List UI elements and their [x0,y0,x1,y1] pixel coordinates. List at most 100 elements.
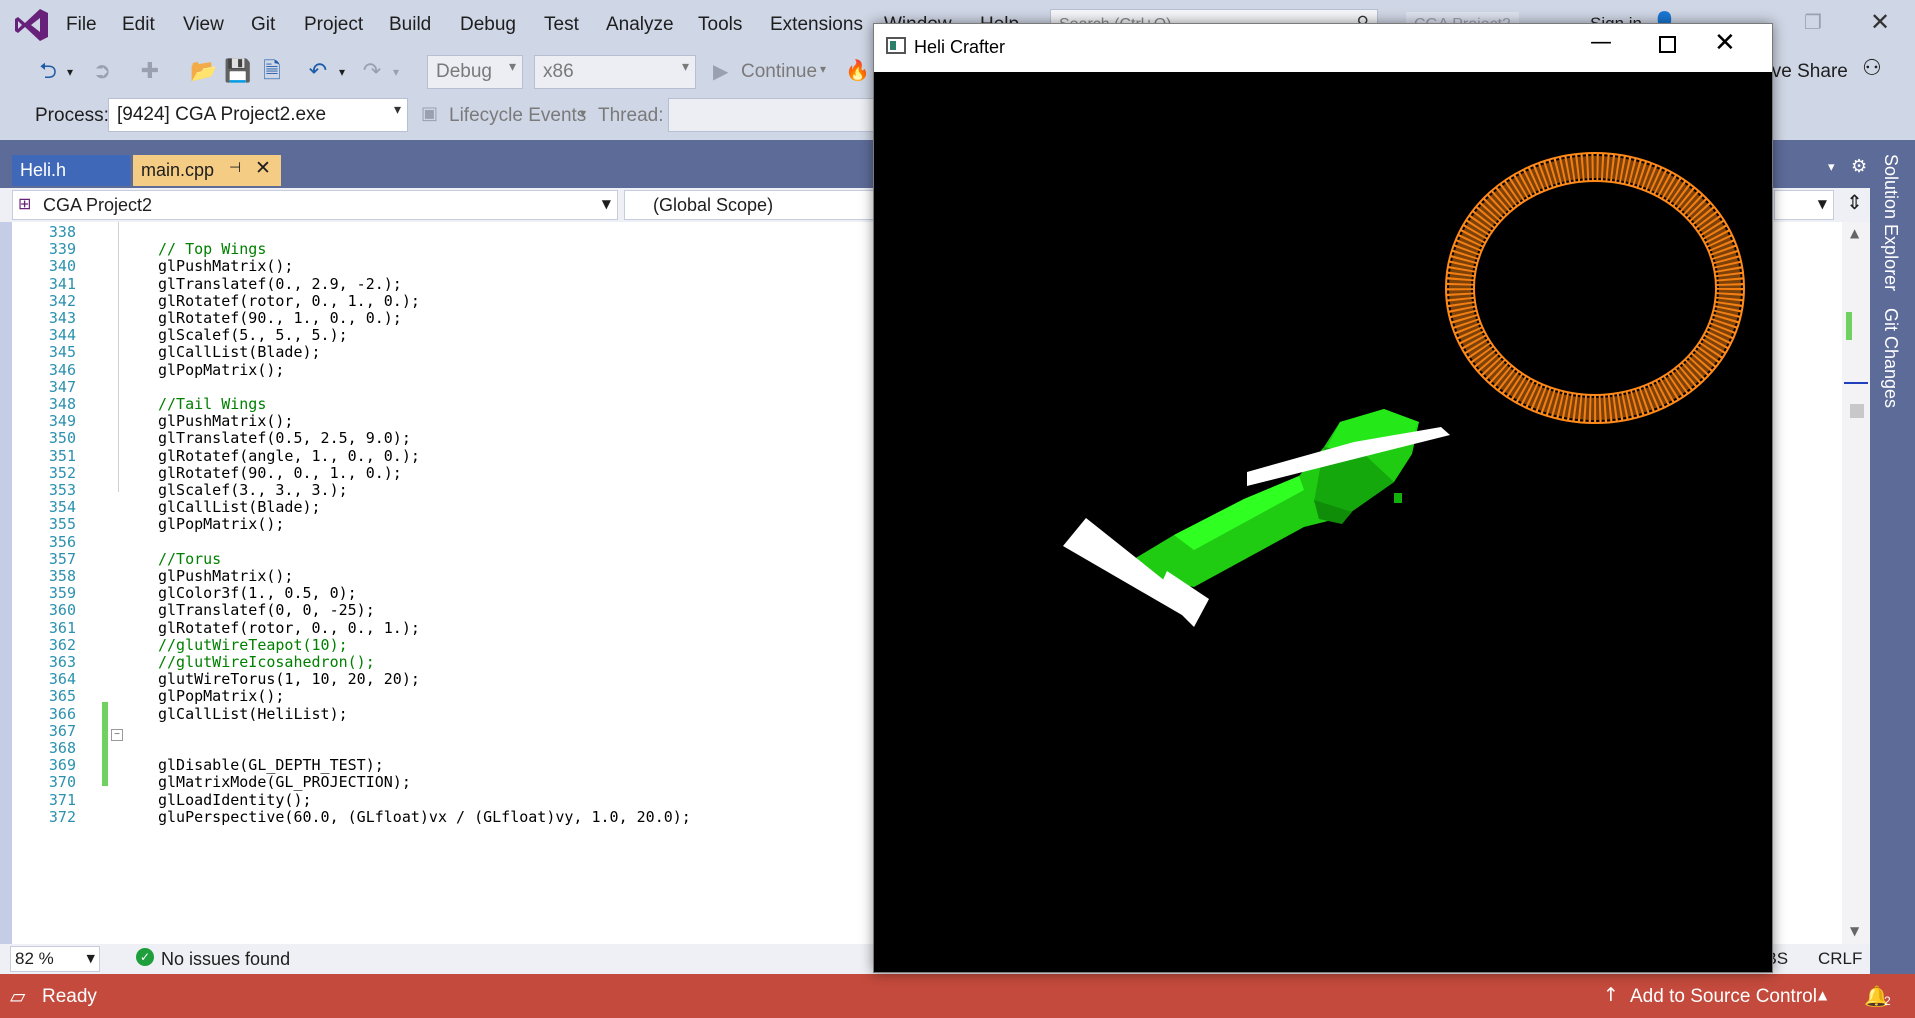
project-icon: ⊞ [18,194,32,213]
split-editor-icon[interactable]: ⇕ [1846,190,1863,214]
scroll-thumb[interactable] [1850,404,1864,418]
scroll-change-marker [1846,312,1852,340]
save-icon[interactable]: 💾 [224,58,252,86]
undo-dropdown-icon[interactable]: ▾ [334,58,350,86]
wire-torus [1445,152,1745,424]
arrow-up-icon: ↑ [1603,984,1619,1006]
save-all-icon[interactable]: 🗎 [258,58,286,86]
continue-dropdown-icon[interactable]: ▾ [820,62,826,76]
menu-build[interactable]: Build [389,14,431,36]
check-circle-icon: ✓ [136,948,154,966]
pin-icon[interactable]: ⊣ [229,160,241,176]
chevron-up-icon: ▲ [1818,988,1828,1002]
chevron-down-icon: ▼ [86,952,95,965]
menu-file[interactable]: File [66,14,97,36]
process-label: Process: [35,105,109,126]
tab-overflow-icon[interactable]: ▾ [1828,160,1835,175]
scroll-up-icon[interactable]: ▲ [1850,226,1859,240]
tab-label: Heli.h [20,160,67,180]
platform-value: x86 [543,61,574,82]
window-title-bar[interactable]: Heli Crafter — ✕ [874,24,1772,72]
menu-git[interactable]: Git [251,14,275,36]
opengl-viewport[interactable] [874,72,1772,972]
ready-text: Ready [42,986,97,1007]
back-dropdown-icon[interactable]: ▾ [62,58,78,86]
maximize-icon[interactable] [1659,36,1676,53]
line-ending-indicator[interactable]: CRLF [1818,949,1862,969]
git-changes-tab[interactable]: Git Changes [1880,308,1901,408]
thread-label: Thread: [598,105,664,126]
code-line[interactable]: gluPerspective(60.0, (GLfloat)vx / (GLfl… [158,807,691,828]
chevron-down-icon: ▾ [681,59,689,75]
side-tool-panel: Solution Explorer Git Changes [1870,140,1915,974]
changed-lines-marker [102,702,108,786]
forward-icon[interactable]: ➲ [88,58,116,86]
code-line[interactable]: glPopMatrix(); [158,514,284,535]
redo-icon[interactable]: ↷ [358,58,386,86]
zoom-value: 82 % [15,949,54,968]
issues-indicator[interactable]: No issues found [161,949,290,970]
menu-edit[interactable]: Edit [122,14,155,36]
project-select[interactable]: ⊞ CGA Project2 ▼ [12,190,618,220]
menu-view[interactable]: View [183,14,224,36]
collapse-region-icon[interactable]: − [111,729,123,741]
menu-debug[interactable]: Debug [460,14,516,36]
tab-heli-h[interactable]: Heli.h [12,155,130,186]
chevron-down-icon: ▼ [1817,197,1827,211]
chevron-down-icon: ▾ [393,102,401,118]
scroll-down-icon[interactable]: ▼ [1850,924,1859,938]
configuration-value: Debug [436,61,492,82]
continue-icon[interactable]: ▶ [713,59,728,83]
lifecycle-events-icon[interactable]: ▣ [421,103,438,124]
solution-explorer-tab[interactable]: Solution Explorer [1880,154,1901,291]
scroll-caret-marker [1844,382,1868,384]
menu-extensions[interactable]: Extensions [770,14,863,36]
configuration-select[interactable]: Debug ▾ [427,55,523,89]
status-bar: ▱ Ready ↑ Add to Source Control ▲ 🔔 2 [0,974,1915,1018]
close-window-icon[interactable]: ✕ [1870,8,1890,36]
redo-dropdown-icon[interactable]: ▾ [388,58,404,86]
lifecycle-dropdown-icon[interactable]: ▾ [580,106,586,120]
code-line[interactable]: glPopMatrix(); [158,360,284,381]
new-item-icon[interactable]: ✚ [136,58,164,86]
undo-icon[interactable]: ↶ [304,58,332,86]
code-line[interactable]: glCallList(HeliList); [158,704,348,725]
window-title: Heli Crafter [914,37,1006,57]
feedback-icon[interactable]: ⚇ [1862,56,1882,81]
menu-project[interactable]: Project [304,14,363,36]
minimize-icon[interactable]: — [1590,30,1612,55]
tab-main-cpp[interactable]: main.cpp ⊣ ✕ [133,155,281,186]
gear-icon[interactable]: ⚙ [1851,156,1867,177]
menu-analyze[interactable]: Analyze [606,14,674,36]
thread-select[interactable] [668,98,888,132]
heli-crafter-window[interactable]: Heli Crafter — ✕ [873,23,1773,973]
chevron-down-icon: ▾ [508,59,516,75]
hot-reload-icon[interactable]: 🔥 [845,58,870,82]
scope-value: (Global Scope) [653,195,774,215]
scope-select[interactable]: (Global Scope) [624,190,874,220]
tab-label: main.cpp [141,160,215,180]
close-icon[interactable]: ✕ [1714,28,1736,58]
restore-window-icon[interactable]: ❐ [1804,10,1822,34]
vertical-scrollbar[interactable]: ▲ ▼ [1842,222,1870,944]
add-to-source-control-button[interactable]: Add to Source Control [1630,986,1817,1008]
continue-button[interactable]: Continue [741,61,817,83]
visual-studio-logo-icon [15,9,48,41]
zoom-select[interactable]: 82 % ▼ [10,946,100,972]
member-select[interactable]: ▼ [1774,190,1834,220]
scene-render [1063,152,1745,627]
back-icon[interactable]: ⮌ [34,58,62,86]
close-tab-icon[interactable]: ✕ [255,157,271,179]
menu-test[interactable]: Test [544,14,579,36]
project-value: CGA Project2 [43,195,153,215]
ready-icon: ▱ [10,984,26,1008]
process-select[interactable]: [9424] CGA Project2.exe ▾ [108,98,408,132]
indent-guide [118,222,119,492]
line-number: 372 [48,807,76,826]
process-value: [9424] CGA Project2.exe [117,104,327,125]
chevron-down-icon: ▼ [601,197,611,211]
open-folder-icon[interactable]: 📂 [190,58,218,86]
lifecycle-events-button[interactable]: Lifecycle Events [449,105,586,127]
platform-select[interactable]: x86 ▾ [534,55,696,89]
menu-tools[interactable]: Tools [698,14,742,36]
